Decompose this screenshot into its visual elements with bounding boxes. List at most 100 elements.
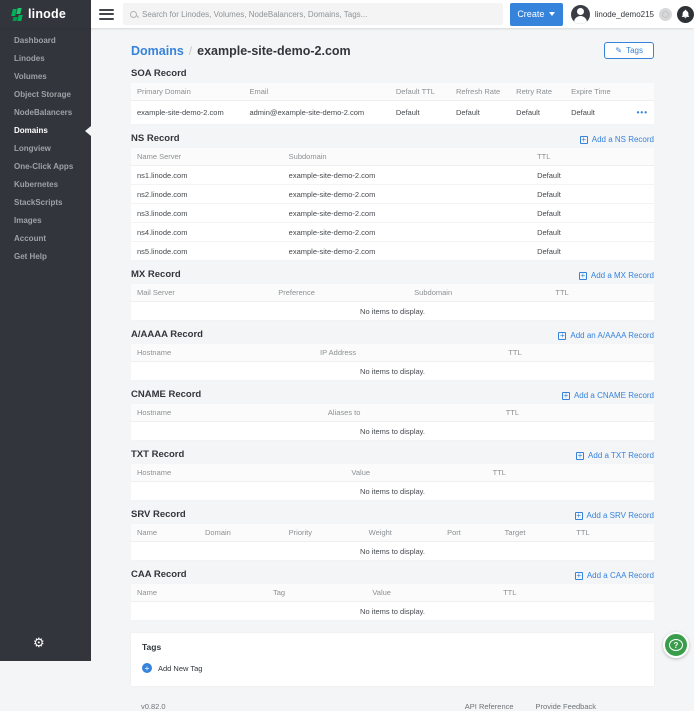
caa-record-table: NameTagValueTTLNo items to display. xyxy=(131,584,654,621)
table-cell: example-site-demo-2.com xyxy=(283,223,531,242)
soa-record-table: Primary DomainEmailDefault TTLRefresh Ra… xyxy=(131,83,654,125)
column-header: Email xyxy=(243,83,389,101)
column-header: Subdomain xyxy=(408,284,549,302)
sidebar-item-volumes[interactable]: Volumes xyxy=(0,68,91,86)
add-txt-record-link[interactable]: Add a TXT Record xyxy=(576,451,654,460)
sidebar-item-label: Kubernetes xyxy=(14,180,58,189)
notifications-badge[interactable] xyxy=(659,8,672,21)
section-caa-record: CAA RecordAdd a CAA RecordNameTagValueTT… xyxy=(131,569,654,621)
avatar[interactable] xyxy=(571,5,590,24)
sidebar-item-longview[interactable]: Longview xyxy=(0,140,91,158)
sidebar-item-get-help[interactable]: Get Help xyxy=(0,248,91,266)
linode-logo[interactable]: linode xyxy=(0,0,91,28)
add-a-aaaa-record-link[interactable]: Add an A/AAAA Record xyxy=(558,331,654,340)
row-actions-kebab-icon[interactable]: ••• xyxy=(637,108,648,117)
sidebar-item-domains[interactable]: Domains xyxy=(0,122,91,140)
empty-row: No items to display. xyxy=(131,602,654,621)
column-header: TTL xyxy=(549,284,654,302)
table-cell: ns5.linode.com xyxy=(131,242,283,261)
column-header: Hostname xyxy=(131,404,322,422)
tags-panel-title: Tags xyxy=(142,642,643,652)
add-new-tag-button[interactable]: + Add New Tag xyxy=(142,663,202,673)
section-title: SRV Record xyxy=(131,509,186,520)
top-header: linode Create linode_demo215 xyxy=(0,0,694,28)
empty-message: No items to display. xyxy=(131,302,654,321)
plus-circle-icon: + xyxy=(142,663,152,673)
help-beacon-button[interactable]: ? xyxy=(663,632,689,658)
column-header: Domain xyxy=(199,524,283,542)
sidebar-item-account[interactable]: Account xyxy=(0,230,91,248)
add-srv-record-link[interactable]: Add a SRV Record xyxy=(575,511,654,520)
version-label[interactable]: v0.82.0 xyxy=(141,702,166,711)
add-ns-record-link[interactable]: Add a NS Record xyxy=(580,135,654,144)
mx-record-table: Mail ServerPreferenceSubdomainTTLNo item… xyxy=(131,284,654,321)
menu-hamburger-icon[interactable] xyxy=(99,9,114,20)
section-soa-record: SOA Record Primary DomainEmailDefault TTL… xyxy=(131,68,654,125)
column-header: Weight xyxy=(363,524,441,542)
api-reference-link[interactable]: API Reference xyxy=(465,702,514,711)
section-title: A/AAAA Record xyxy=(131,329,203,340)
sidebar-item-label: Images xyxy=(14,216,42,225)
table-row: ns5.linode.comexample-site-demo-2.comDef… xyxy=(131,242,654,261)
cname-record-table: HostnameAliases toTTLNo items to display… xyxy=(131,404,654,441)
section-title: NS Record xyxy=(131,133,180,144)
sidebar-item-label: Domains xyxy=(14,126,48,135)
record-sections: SOA Record Primary DomainEmailDefault TTL… xyxy=(131,68,654,621)
search-input[interactable] xyxy=(142,10,496,19)
column-header: Value xyxy=(345,464,486,482)
section-ns-record: NS RecordAdd a NS RecordName ServerSubdo… xyxy=(131,133,654,261)
plus-box-icon xyxy=(579,272,587,280)
table-cell: ns3.linode.com xyxy=(131,204,283,223)
add-caa-record-link[interactable]: Add a CAA Record xyxy=(575,571,654,580)
active-item-notch xyxy=(85,126,91,136)
main-area: Domains / example-site-demo-2.com ✎ Tags… xyxy=(91,28,694,661)
section-title: SOA Record xyxy=(131,68,187,79)
sidebar-item-kubernetes[interactable]: Kubernetes xyxy=(0,176,91,194)
column-header: Refresh Rate xyxy=(450,83,510,101)
section-header: MX RecordAdd a MX Record xyxy=(131,269,654,280)
table-row: ns2.linode.comexample-site-demo-2.comDef… xyxy=(131,185,654,204)
column-header: TTL xyxy=(487,464,654,482)
section-cname-record: CNAME RecordAdd a CNAME RecordHostnameAl… xyxy=(131,389,654,441)
column-header: Target xyxy=(499,524,571,542)
breadcrumb: Domains / example-site-demo-2.com ✎ Tags xyxy=(131,42,654,59)
tags-button[interactable]: ✎ Tags xyxy=(604,42,654,59)
sidebar-item-nodebalancers[interactable]: NodeBalancers xyxy=(0,104,91,122)
gear-icon[interactable]: ⚙ xyxy=(33,636,45,649)
sidebar-item-object-storage[interactable]: Object Storage xyxy=(0,86,91,104)
sidebar-item-images[interactable]: Images xyxy=(0,212,91,230)
column-header: TTL xyxy=(500,404,654,422)
global-search[interactable] xyxy=(123,3,503,25)
bell-icon[interactable] xyxy=(677,6,694,23)
plus-box-icon xyxy=(575,572,583,580)
sidebar-item-dashboard[interactable]: Dashboard xyxy=(0,32,91,50)
table-row: ns1.linode.comexample-site-demo-2.comDef… xyxy=(131,166,654,185)
sidebar-item-label: Dashboard xyxy=(14,36,56,45)
add-mx-record-link[interactable]: Add a MX Record xyxy=(579,271,654,280)
column-header: Subdomain xyxy=(283,148,531,166)
sidebar-item-label: Longview xyxy=(14,144,51,153)
create-button[interactable]: Create xyxy=(510,3,563,26)
column-header: Value xyxy=(366,584,497,602)
username[interactable]: linode_demo215 xyxy=(595,10,654,19)
column-header: TTL xyxy=(497,584,654,602)
breadcrumb-domains-link[interactable]: Domains xyxy=(131,44,184,58)
add-cname-record-link[interactable]: Add a CNAME Record xyxy=(562,391,654,400)
chevron-down-icon xyxy=(549,12,555,16)
section-header: A/AAAA Record Add an A/AAAA Record xyxy=(131,329,654,340)
provide-feedback-link[interactable]: Provide Feedback xyxy=(536,702,596,711)
sidebar-item-label: NodeBalancers xyxy=(14,108,72,117)
sidebar-item-stackscripts[interactable]: StackScripts xyxy=(0,194,91,212)
footer-links: API Reference Provide Feedback xyxy=(465,702,596,711)
column-header: TTL xyxy=(531,148,654,166)
plus-box-icon xyxy=(576,452,584,460)
linode-logo-icon xyxy=(12,8,23,21)
empty-message: No items to display. xyxy=(131,482,654,501)
sidebar-item-linodes[interactable]: Linodes xyxy=(0,50,91,68)
sidebar-item-one-click-apps[interactable]: One-Click Apps xyxy=(0,158,91,176)
column-header: Hostname xyxy=(131,344,314,362)
add-link-label: Add an A/AAAA Record xyxy=(570,331,654,340)
a-aaaa-record-table: HostnameIP AddressTTLNo items to display… xyxy=(131,344,654,381)
table-row: ns3.linode.comexample-site-demo-2.comDef… xyxy=(131,204,654,223)
table-cell: admin@example-site-demo-2.com xyxy=(243,101,389,125)
